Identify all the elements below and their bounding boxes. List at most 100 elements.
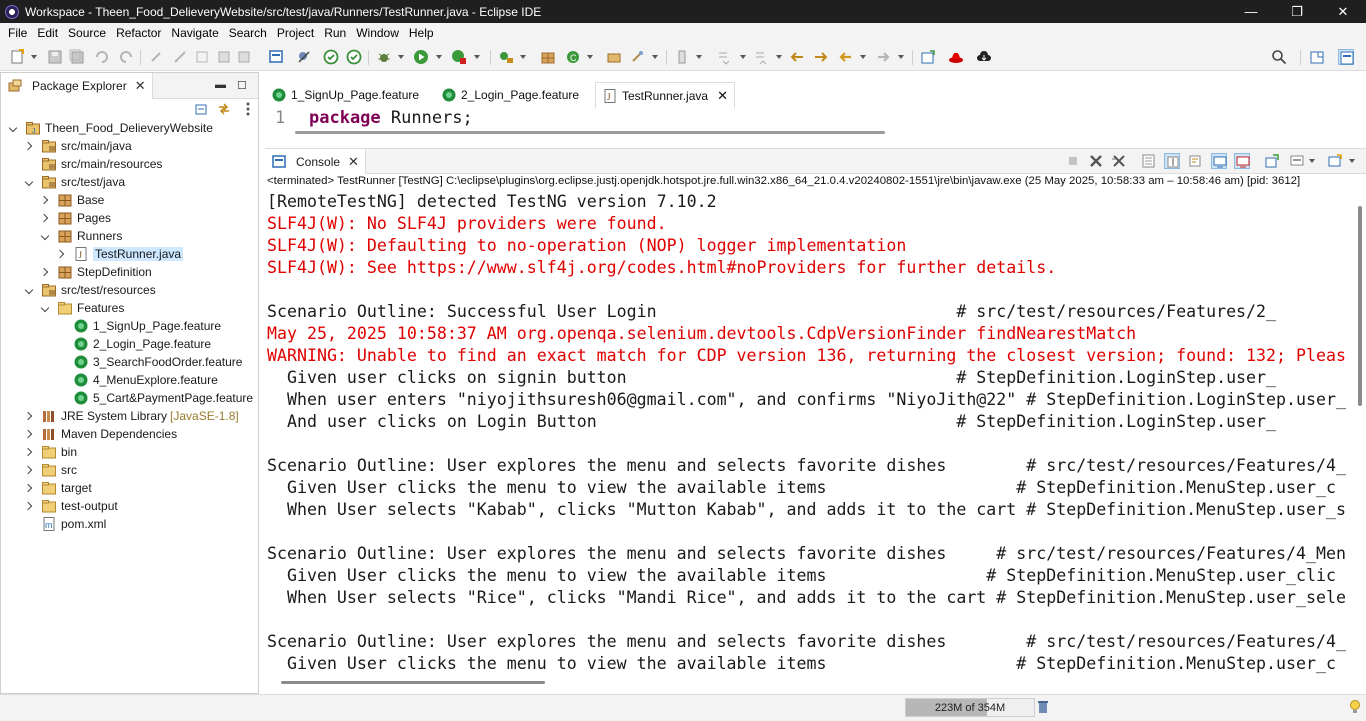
tree-item[interactable]: src: [25, 461, 77, 479]
last-edit-location-icon[interactable]: [790, 49, 806, 65]
next-annotation-icon[interactable]: [716, 49, 732, 65]
tree-item[interactable]: Base: [41, 191, 104, 209]
search-icon[interactable]: [1271, 49, 1287, 65]
menu-help[interactable]: Help: [404, 26, 439, 40]
previous-annotation-icon[interactable]: [753, 49, 769, 65]
run-check-icon[interactable]: [323, 49, 339, 65]
restore-button[interactable]: ❐: [1274, 0, 1320, 23]
tree-item[interactable]: 3_SearchFoodOrder.feature: [57, 353, 242, 371]
code-line[interactable]: 1 package Runners;: [275, 108, 1335, 128]
external-tools-icon[interactable]: [498, 49, 514, 65]
open-perspective-icon[interactable]: [920, 49, 936, 65]
minimize-button[interactable]: —: [1228, 0, 1274, 23]
chevron-right-icon[interactable]: [25, 501, 35, 511]
remove-launch-icon[interactable]: [1088, 153, 1104, 169]
run-icon[interactable]: [413, 49, 429, 65]
forward-icon[interactable]: [875, 49, 891, 65]
heap-status[interactable]: 223M of 354M: [905, 698, 1035, 717]
tree-item[interactable]: J Theen_Food_DelieveryWebsite: [9, 119, 213, 137]
tree-item[interactable]: 4_MenuExplore.feature: [57, 371, 218, 389]
menu-file[interactable]: File: [3, 26, 32, 40]
tab-console[interactable]: Console ✕: [265, 149, 366, 174]
word-wrap-icon[interactable]: [1187, 153, 1203, 169]
tree-item[interactable]: StepDefinition: [41, 263, 152, 281]
tree-item[interactable]: src/test/java: [25, 173, 125, 191]
tab-testrunner-java[interactable]: J TestRunner.java ✕: [595, 82, 735, 108]
search-tool-icon[interactable]: [630, 49, 646, 65]
new-java-package-icon[interactable]: [540, 49, 556, 65]
console-output[interactable]: [RemoteTestNG] detected TestNG version 7…: [267, 191, 1349, 675]
chevron-right-icon[interactable]: [41, 267, 51, 277]
annotation-icon[interactable]: [194, 49, 210, 65]
tree-item[interactable]: Maven Dependencies: [25, 425, 177, 443]
editor-horizontal-scrollbar[interactable]: [295, 131, 885, 134]
tree-item[interactable]: J TestRunner.java: [57, 245, 184, 263]
pin-console-icon[interactable]: [1264, 153, 1280, 169]
scroll-lock-icon[interactable]: [1164, 153, 1180, 169]
tree-item[interactable]: bin: [25, 443, 77, 461]
tree-item[interactable]: src/main/resources: [25, 155, 162, 173]
close-icon[interactable]: ✕: [717, 88, 728, 104]
tab-login-feature[interactable]: 2_Login_Page.feature: [435, 82, 585, 108]
menu-run[interactable]: Run: [319, 26, 351, 40]
chevron-right-icon[interactable]: [25, 141, 35, 151]
new-icon[interactable]: [9, 49, 25, 65]
chevron-right-icon[interactable]: [25, 465, 35, 475]
chevron-down-icon[interactable]: [41, 231, 51, 241]
chevron-right-icon[interactable]: [25, 447, 35, 457]
chevron-down-icon[interactable]: [25, 285, 35, 295]
tree-item[interactable]: Runners: [41, 227, 122, 245]
tree-item[interactable]: 5_Cart&PaymentPage.feature: [57, 389, 253, 407]
forward-edit-icon[interactable]: [812, 49, 828, 65]
redo-icon[interactable]: [118, 49, 134, 65]
collapse-all-icon[interactable]: [194, 101, 210, 117]
open-perspective-button-icon[interactable]: [1309, 49, 1325, 65]
link-with-editor-icon[interactable]: [216, 101, 232, 117]
chevron-right-icon[interactable]: [25, 429, 35, 439]
tree-item[interactable]: Pages: [41, 209, 111, 227]
block-selection-icon[interactable]: [216, 49, 232, 65]
tree-item[interactable]: src/main/java: [25, 137, 132, 155]
skip-breakpoints-icon[interactable]: [296, 49, 312, 65]
back-icon[interactable]: [838, 49, 854, 65]
marker-icon[interactable]: [674, 49, 690, 65]
undo-icon[interactable]: [94, 49, 110, 65]
menu-source[interactable]: Source: [63, 26, 111, 40]
java-perspective-icon[interactable]: [1338, 49, 1354, 65]
chevron-right-icon[interactable]: [25, 483, 35, 493]
tab-package-explorer[interactable]: Package Explorer ✕: [1, 73, 153, 99]
terminate-icon[interactable]: [1065, 153, 1081, 169]
edit-icon[interactable]: [172, 49, 188, 65]
new-java-class-icon[interactable]: C: [565, 49, 581, 65]
menu-refactor[interactable]: Refactor: [111, 26, 166, 40]
garbage-collect-icon[interactable]: [1035, 699, 1051, 715]
close-icon[interactable]: ✕: [135, 78, 146, 94]
show-whitespace-icon[interactable]: [236, 49, 252, 65]
chevron-down-icon[interactable]: [25, 177, 35, 187]
show-on-stdout-icon[interactable]: [1211, 153, 1227, 169]
tree-item[interactable]: JRE System Library [JavaSE-1.8]: [25, 407, 239, 425]
lightbulb-icon[interactable]: [1347, 699, 1363, 715]
close-button[interactable]: ✕: [1320, 0, 1366, 23]
console-horizontal-scrollbar[interactable]: [281, 681, 545, 684]
coverage-icon[interactable]: [451, 49, 467, 65]
menu-edit[interactable]: Edit: [32, 26, 63, 40]
chevron-down-icon[interactable]: [9, 123, 19, 133]
console-vertical-scrollbar[interactable]: [1358, 206, 1362, 406]
close-icon[interactable]: ✕: [348, 154, 359, 170]
cloud-icon[interactable]: [976, 49, 992, 65]
debug-icon[interactable]: [376, 49, 392, 65]
tree-item[interactable]: Features: [41, 299, 124, 317]
show-on-stderr-icon[interactable]: [1234, 153, 1250, 169]
redhat-icon[interactable]: [948, 49, 964, 65]
clear-console-icon[interactable]: [1141, 153, 1157, 169]
tree-item[interactable]: test-output: [25, 497, 118, 515]
console-toggle-icon[interactable]: [268, 49, 284, 65]
chevron-right-icon[interactable]: [41, 213, 51, 223]
check-icon[interactable]: [346, 49, 362, 65]
chevron-right-icon[interactable]: [41, 195, 51, 205]
toggle-mark-icon[interactable]: [148, 49, 164, 65]
chevron-right-icon[interactable]: [25, 411, 35, 421]
tree-item[interactable]: 2_Login_Page.feature: [57, 335, 211, 353]
chevron-right-icon[interactable]: [57, 249, 67, 259]
